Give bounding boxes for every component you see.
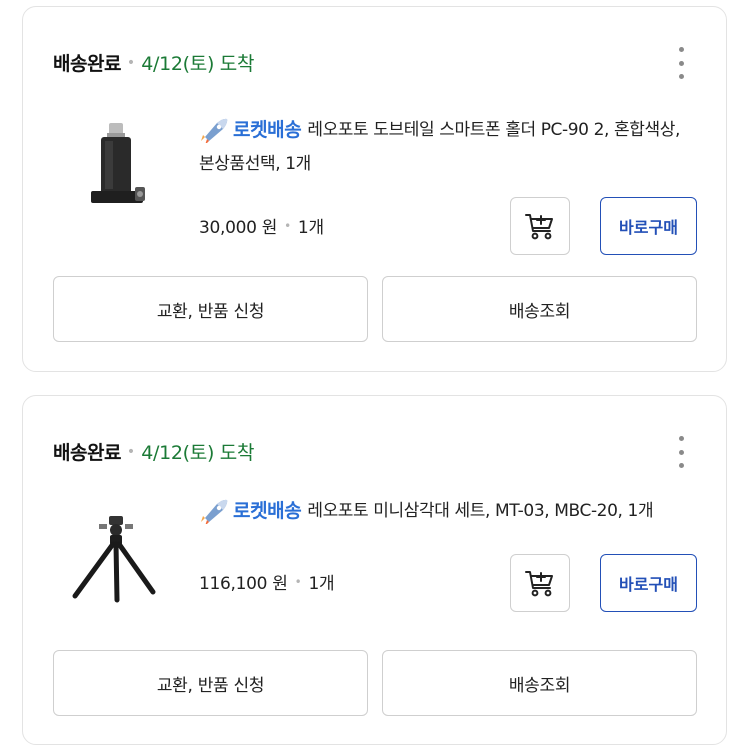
- arrival-date: 4/12(토) 도착: [141, 442, 255, 464]
- product-title-block[interactable]: 로켓배송 레오포토 도브테일 스마트폰 홀더 PC-90 2, 혼합색상, 본상…: [199, 113, 699, 181]
- track-delivery-button[interactable]: 배송조회: [382, 650, 697, 716]
- product-image-tripod[interactable]: [61, 504, 171, 614]
- add-to-cart-button[interactable]: [510, 197, 570, 255]
- order-card: 배송완료 • 4/12(토) 도착 로켓배송 레오포토 도브테일 스마트폰 홀더…: [22, 6, 727, 372]
- rocket-icon: [201, 118, 228, 143]
- add-to-cart-icon: [525, 571, 553, 597]
- product-title-block[interactable]: 로켓배송 레오포토 미니삼각대 세트, MT-03, MBC-20, 1개: [199, 494, 699, 528]
- quantity: 1개: [297, 218, 324, 238]
- delivery-status: 배송완료 • 4/12(토) 도착: [53, 438, 254, 465]
- product-image-phone-holder[interactable]: [61, 105, 171, 215]
- price-row: 30,000 원 • 1개: [199, 213, 324, 238]
- track-delivery-button[interactable]: 배송조회: [382, 276, 697, 342]
- separator-dot: •: [284, 218, 291, 233]
- product-title: 레오포토 미니삼각대 세트, MT-03, MBC-20, 1개: [307, 501, 654, 521]
- buy-now-button[interactable]: 바로구매: [600, 197, 697, 255]
- more-options-icon[interactable]: [676, 47, 686, 79]
- price: 30,000 원: [199, 218, 278, 238]
- separator-dot: •: [126, 54, 136, 71]
- status-label: 배송완료: [53, 53, 121, 75]
- separator-dot: •: [294, 574, 302, 589]
- quantity: 1개: [308, 574, 335, 594]
- price: 116,100 원: [199, 574, 288, 594]
- exchange-return-button[interactable]: 교환, 반품 신청: [53, 276, 368, 342]
- separator-dot: •: [126, 443, 136, 460]
- delivery-status: 배송완료 • 4/12(토) 도착: [53, 49, 254, 76]
- add-to-cart-button[interactable]: [510, 554, 570, 612]
- rocket-icon: [201, 499, 228, 524]
- exchange-return-button[interactable]: 교환, 반품 신청: [53, 650, 368, 716]
- rocket-delivery-badge: 로켓배송: [199, 113, 302, 147]
- rocket-delivery-badge: 로켓배송: [199, 494, 302, 528]
- status-label: 배송완료: [53, 442, 121, 464]
- more-options-icon[interactable]: [676, 436, 686, 468]
- add-to-cart-icon: [525, 214, 553, 240]
- order-card: 배송완료 • 4/12(토) 도착 로켓배송 레오포토 미니삼각대 세트, MT…: [22, 395, 727, 745]
- buy-now-button[interactable]: 바로구매: [600, 554, 697, 612]
- price-row: 116,100 원 • 1개: [199, 569, 335, 594]
- arrival-date: 4/12(토) 도착: [141, 53, 255, 75]
